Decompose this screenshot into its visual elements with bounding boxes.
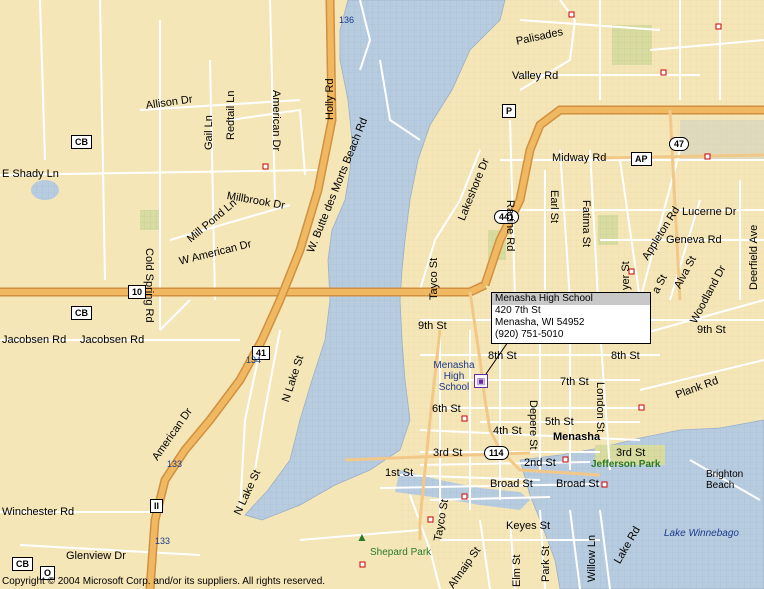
street-3rd-st-east: 3rd St [616, 447, 646, 459]
street-3rd-st-west: 3rd St [433, 447, 463, 459]
street-tayco-st-north: Tayco St [428, 257, 440, 300]
street-6th-st: 6th St [432, 403, 461, 415]
popup-city: Menasha, WI 54952 [495, 317, 585, 328]
street-8th-st-east: 8th St [611, 350, 640, 362]
street-7th-st: 7th St [560, 376, 589, 388]
street-winchester-rd: Winchester Rd [2, 506, 75, 518]
street-american-dr-north: American Dr [270, 90, 282, 152]
street-park-st: Park St [540, 545, 552, 582]
place-label-lake-winnebago: Lake Winnebago [664, 528, 739, 539]
county-cb-shield-3: CB [12, 557, 33, 571]
popup-title: Menasha High School [492, 293, 650, 305]
place-label-brighton-beach: Brighton Beach [706, 469, 744, 491]
park-label-shepard: Shepard Park [370, 547, 432, 558]
street-london-st: London St [594, 382, 606, 433]
exit-133a-label: 133 [167, 459, 183, 469]
street-valley-rd: Valley Rd [512, 70, 559, 82]
street-geneva-rd: Geneva Rd [666, 234, 722, 246]
street-earl-st: Earl St [548, 190, 560, 224]
street-elm-st: Elm St [511, 554, 523, 587]
street-midway-rd: Midway Rd [552, 152, 607, 164]
street-9th-st-east: 9th St [697, 324, 726, 336]
street-racine-rd: Racine Rd [504, 200, 516, 252]
location-popup[interactable]: Menasha High School 420 7th St Menasha, … [491, 292, 651, 344]
street-jacobsen-rd-west: Jacobsen Rd [2, 334, 67, 346]
street-1st-st: 1st St [385, 467, 414, 479]
park-area-north [612, 25, 652, 65]
street-cold-spring-rd: Cold Spring Rd [143, 248, 155, 323]
county-cb-shield-2: CB [71, 306, 92, 320]
street-5th-st: 5th St [545, 416, 574, 428]
street-sawyer-st-fragment: yer St [620, 261, 632, 290]
street-gail-ln: Gail Ln [203, 115, 215, 150]
park-area-sw [140, 210, 160, 230]
street-glenview-dr: Glenview Dr [66, 550, 126, 562]
street-8th-st-west: 8th St [488, 350, 517, 362]
street-jacobsen-rd-east: Jacobsen Rd [80, 334, 145, 346]
pond [31, 180, 59, 200]
exit-136-label: 136 [339, 15, 355, 25]
street-depere-st: Depere St [527, 400, 539, 450]
street-e-shady-ln: E Shady Ln [2, 168, 59, 180]
popup-address: 420 7th St [495, 305, 541, 316]
map-view[interactable]: Menasha High School 420 7th St Menasha, … [0, 0, 764, 589]
street-broad-st-west: Broad St [490, 478, 533, 490]
town-label-menasha: Menasha [553, 431, 601, 443]
street-broad-st-east: Broad St [556, 478, 599, 490]
county-ap-shield: AP [631, 152, 652, 166]
street-fatima-st: Fatima St [580, 200, 592, 248]
wi-47-shield: 47 [669, 137, 690, 151]
street-lucerne-dr: Lucerne Dr [682, 206, 737, 218]
street-deerfield-ave: Deerfield Ave [748, 224, 760, 290]
poi-label-school: Menasha High School [433, 360, 475, 393]
county-cb-shield-1: CB [71, 135, 92, 149]
county-ii-shield: II [150, 499, 164, 513]
street-redtail-ln: Redtail Ln [225, 90, 237, 140]
street-keyes-st: Keyes St [506, 520, 551, 532]
park-label-jefferson: Jefferson Park [591, 459, 661, 470]
county-p-shield: P [502, 104, 517, 118]
street-2nd-st: 2nd St [524, 457, 556, 469]
street-4th-st: 4th St [493, 425, 522, 437]
wi-114-shield: 114 [484, 446, 509, 460]
park-tree-icon: ▲ [356, 530, 368, 544]
street-willow-ln: Willow Ln [586, 534, 598, 582]
popup-phone: (920) 751-5010 [495, 329, 564, 340]
street-holly-rd: Holly Rd [324, 78, 336, 120]
exit-134-label: 134 [246, 355, 262, 365]
exit-133b-label: 133 [155, 536, 171, 546]
street-9th-st-west: 9th St [418, 320, 447, 332]
copyright-notice: Copyright © 2004 Microsoft Corp. and/or … [2, 576, 326, 587]
